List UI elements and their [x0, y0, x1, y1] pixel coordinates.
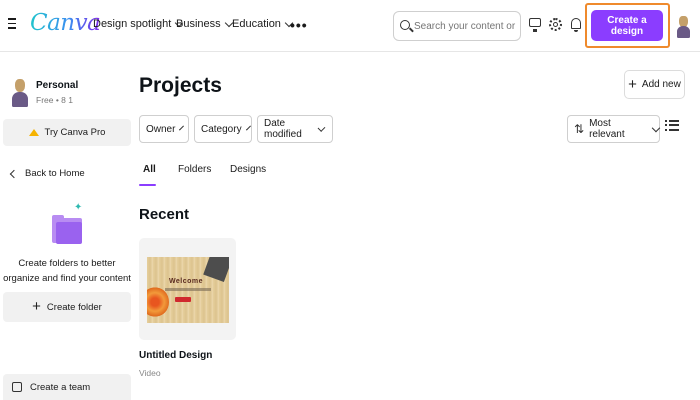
account-subtitle: Free • 8 1: [36, 95, 73, 105]
plus-icon: +: [32, 298, 41, 315]
more-options-button[interactable]: •••: [290, 17, 308, 33]
desktop-app-icon[interactable]: [528, 16, 544, 34]
filter-label: Category: [201, 123, 242, 135]
search-box[interactable]: [393, 11, 521, 41]
filter-label: Date modified: [264, 118, 302, 140]
tab-designs[interactable]: Designs: [230, 164, 266, 175]
filter-label: Owner: [146, 123, 176, 135]
nav-label: Education: [232, 18, 281, 30]
team-icon: [12, 382, 22, 392]
search-input[interactable]: [414, 18, 518, 34]
category-filter[interactable]: Category: [194, 115, 252, 143]
try-pro-label: Try Canva Pro: [44, 127, 106, 138]
chevron-down-icon: [317, 123, 326, 132]
back-home-label: Back to Home: [25, 168, 85, 179]
create-team-button[interactable]: Create a team: [3, 374, 131, 400]
create-design-highlight: Create a design: [585, 3, 670, 48]
chevron-down-icon: [651, 123, 661, 132]
nav-label: Business: [176, 18, 221, 30]
try-canva-pro-button[interactable]: Try Canva Pro: [3, 119, 131, 146]
bell-icon[interactable]: [568, 16, 584, 34]
design-card[interactable]: Welcome: [139, 238, 236, 340]
create-folder-button[interactable]: + Create folder: [3, 292, 131, 322]
add-new-button[interactable]: + Add new: [624, 70, 685, 99]
tab-all[interactable]: All: [143, 164, 156, 175]
account-avatar[interactable]: [10, 79, 30, 107]
folder-prompt-text: Create folders to better organize and fi…: [3, 258, 131, 284]
active-tab-indicator: [139, 184, 156, 186]
owner-filter[interactable]: Owner: [139, 115, 189, 143]
create-folder-label: Create folder: [46, 301, 102, 313]
gear-icon[interactable]: [548, 16, 564, 34]
nav-design-spotlight[interactable]: Design spotlight: [93, 18, 184, 30]
sort-dropdown[interactable]: ⇅ Most relevant: [567, 115, 661, 143]
create-team-label: Create a team: [30, 382, 91, 393]
chevron-left-icon: [9, 169, 19, 178]
top-bar: Canva Design spotlight Business Educatio…: [0, 0, 700, 52]
add-new-label: Add new: [641, 79, 681, 90]
menu-icon[interactable]: [8, 18, 18, 30]
avatar[interactable]: [675, 16, 692, 38]
account-name[interactable]: Personal: [36, 80, 78, 91]
canva-logo[interactable]: Canva: [30, 10, 101, 36]
date-modified-filter[interactable]: Date modified: [257, 115, 333, 143]
chevron-down-icon: [245, 125, 251, 130]
page-title: Projects: [139, 74, 222, 97]
folder-illustration: ✦: [50, 200, 84, 245]
list-view-icon[interactable]: [665, 120, 679, 136]
recent-heading: Recent: [139, 206, 190, 223]
search-icon: [400, 20, 410, 30]
nav-label: Design spotlight: [93, 18, 172, 30]
sort-label: Most relevant: [589, 118, 625, 140]
nav-business[interactable]: Business: [176, 18, 233, 30]
design-thumbnail[interactable]: Welcome: [147, 257, 229, 323]
create-design-button[interactable]: Create a design: [591, 10, 663, 41]
chevron-down-icon: [179, 125, 185, 130]
back-to-home-link[interactable]: Back to Home: [9, 168, 85, 179]
thumbnail-text: Welcome: [168, 278, 204, 285]
sort-icon: ⇅: [574, 122, 585, 136]
tab-folders[interactable]: Folders: [178, 164, 211, 175]
plus-icon: +: [628, 75, 637, 93]
design-type: Video: [139, 368, 161, 378]
nav-education[interactable]: Education: [232, 18, 294, 30]
design-name[interactable]: Untitled Design: [139, 350, 212, 361]
crown-icon: [28, 129, 39, 136]
